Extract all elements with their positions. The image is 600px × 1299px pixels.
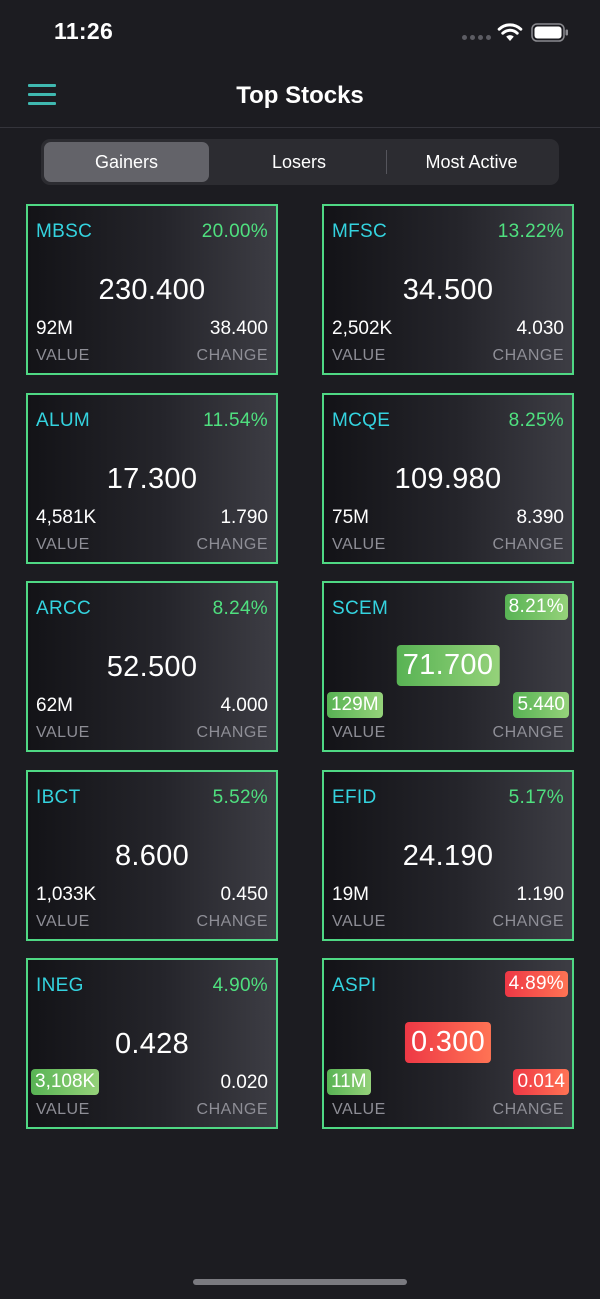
tab-losers[interactable]: Losers xyxy=(213,142,385,182)
stock-change: 5.440 xyxy=(513,692,569,718)
stock-price: 109.980 xyxy=(394,463,502,495)
change-label: CHANGE xyxy=(196,347,268,364)
stock-symbol: MFSC xyxy=(332,221,388,242)
value-label: VALUE xyxy=(332,724,386,741)
stock-card-arcc[interactable]: ARCC 8.24% 52.500 62M 4.000 VALUE CHANGE xyxy=(26,581,278,752)
nav-header: Top Stocks xyxy=(0,62,600,128)
stock-price: 24.190 xyxy=(402,840,494,872)
change-label: CHANGE xyxy=(492,1101,564,1118)
change-label: CHANGE xyxy=(196,724,268,741)
stock-price: 0.300 xyxy=(404,1022,492,1063)
battery-icon xyxy=(531,23,568,42)
stock-symbol: EFID xyxy=(332,787,377,808)
value-label: VALUE xyxy=(332,536,386,553)
stock-price: 230.400 xyxy=(98,274,206,306)
stock-value: 3,108K xyxy=(31,1069,100,1095)
change-label: CHANGE xyxy=(196,913,268,930)
status-time: 11:26 xyxy=(54,18,114,44)
change-label: CHANGE xyxy=(196,536,268,553)
stock-percent-change: 8.24% xyxy=(212,598,268,619)
stock-card-ineg[interactable]: INEG 4.90% 0.428 3,108K 0.020 VALUE CHAN… xyxy=(26,958,278,1129)
stock-price: 71.700 xyxy=(396,645,500,686)
stock-change: 38.400 xyxy=(209,318,268,339)
stock-change: 1.790 xyxy=(220,507,268,528)
value-label: VALUE xyxy=(332,913,386,930)
stock-symbol: MCQE xyxy=(332,410,391,431)
change-label: CHANGE xyxy=(492,347,564,364)
stock-change: 4.000 xyxy=(220,695,268,716)
tab-most-active[interactable]: Most Active xyxy=(387,142,556,182)
stock-card-scem[interactable]: SCEM 8.21% 71.700 129M 5.440 VALUE CHANG… xyxy=(322,581,574,752)
value-label: VALUE xyxy=(36,347,90,364)
stock-price: 34.500 xyxy=(402,274,494,306)
tab-segmented-control: Gainers Losers Most Active xyxy=(41,139,559,185)
stock-card-mcqe[interactable]: MCQE 8.25% 109.980 75M 8.390 VALUE CHANG… xyxy=(322,393,574,564)
stock-symbol: IBCT xyxy=(36,787,81,808)
stock-value: 129M xyxy=(327,692,383,718)
stock-percent-change: 11.54% xyxy=(203,410,268,431)
stock-value: 92M xyxy=(36,318,73,339)
change-label: CHANGE xyxy=(196,1101,268,1118)
stock-change: 0.014 xyxy=(513,1069,569,1095)
stock-percent-change: 4.89% xyxy=(504,971,568,997)
value-label: VALUE xyxy=(332,1101,386,1118)
stock-value: 11M xyxy=(327,1069,371,1095)
stock-card-mbsc[interactable]: MBSC 20.00% 230.400 92M 38.400 VALUE CHA… xyxy=(26,204,278,375)
stock-symbol: SCEM xyxy=(332,598,389,619)
stock-percent-change: 8.25% xyxy=(508,410,564,431)
stock-value: 75M xyxy=(332,507,369,528)
stock-value: 4,581K xyxy=(36,507,97,528)
status-bar: 11:26 xyxy=(0,0,600,62)
stock-value: 62M xyxy=(36,695,73,716)
stock-percent-change: 20.00% xyxy=(201,221,268,242)
change-label: CHANGE xyxy=(492,724,564,741)
home-indicator[interactable] xyxy=(193,1279,407,1285)
stock-percent-change: 8.21% xyxy=(504,594,568,620)
value-label: VALUE xyxy=(36,913,90,930)
change-label: CHANGE xyxy=(492,913,564,930)
stock-percent-change: 13.22% xyxy=(497,221,564,242)
stock-change: 1.190 xyxy=(516,884,564,905)
stock-price: 17.300 xyxy=(106,463,198,495)
stock-price: 0.428 xyxy=(114,1028,190,1060)
value-label: VALUE xyxy=(36,724,90,741)
stock-price: 8.600 xyxy=(114,840,190,872)
stock-symbol: ASPI xyxy=(332,975,377,996)
tab-gainers[interactable]: Gainers xyxy=(44,142,209,182)
stock-card-alum[interactable]: ALUM 11.54% 17.300 4,581K 1.790 VALUE CH… xyxy=(26,393,278,564)
stock-symbol: INEG xyxy=(36,975,84,996)
stock-price: 52.500 xyxy=(106,651,198,683)
stock-percent-change: 5.52% xyxy=(212,787,268,808)
stock-percent-change: 5.17% xyxy=(508,787,564,808)
stock-card-aspi[interactable]: ASPI 4.89% 0.300 11M 0.014 VALUE CHANGE xyxy=(322,958,574,1129)
stock-symbol: MBSC xyxy=(36,221,93,242)
value-label: VALUE xyxy=(36,1101,90,1118)
wifi-icon xyxy=(497,23,523,41)
stock-card-efid[interactable]: EFID 5.17% 24.190 19M 1.190 VALUE CHANGE xyxy=(322,770,574,941)
page-title: Top Stocks xyxy=(236,82,364,109)
value-label: VALUE xyxy=(36,536,90,553)
stock-value: 19M xyxy=(332,884,369,905)
stock-value: 2,502K xyxy=(332,318,393,339)
stock-percent-change: 4.90% xyxy=(212,975,268,996)
stock-change: 0.450 xyxy=(220,884,268,905)
cellular-signal-icon xyxy=(462,35,492,41)
stock-change: 8.390 xyxy=(516,507,564,528)
change-label: CHANGE xyxy=(492,536,564,553)
stock-symbol: ALUM xyxy=(36,410,90,431)
stock-value: 1,033K xyxy=(36,884,97,905)
stock-card-mfsc[interactable]: MFSC 13.22% 34.500 2,502K 4.030 VALUE CH… xyxy=(322,204,574,375)
value-label: VALUE xyxy=(332,347,386,364)
stock-change: 4.030 xyxy=(516,318,564,339)
stock-card-ibct[interactable]: IBCT 5.52% 8.600 1,033K 0.450 VALUE CHAN… xyxy=(26,770,278,941)
stock-symbol: ARCC xyxy=(36,598,92,619)
stock-change: 0.020 xyxy=(220,1072,268,1093)
